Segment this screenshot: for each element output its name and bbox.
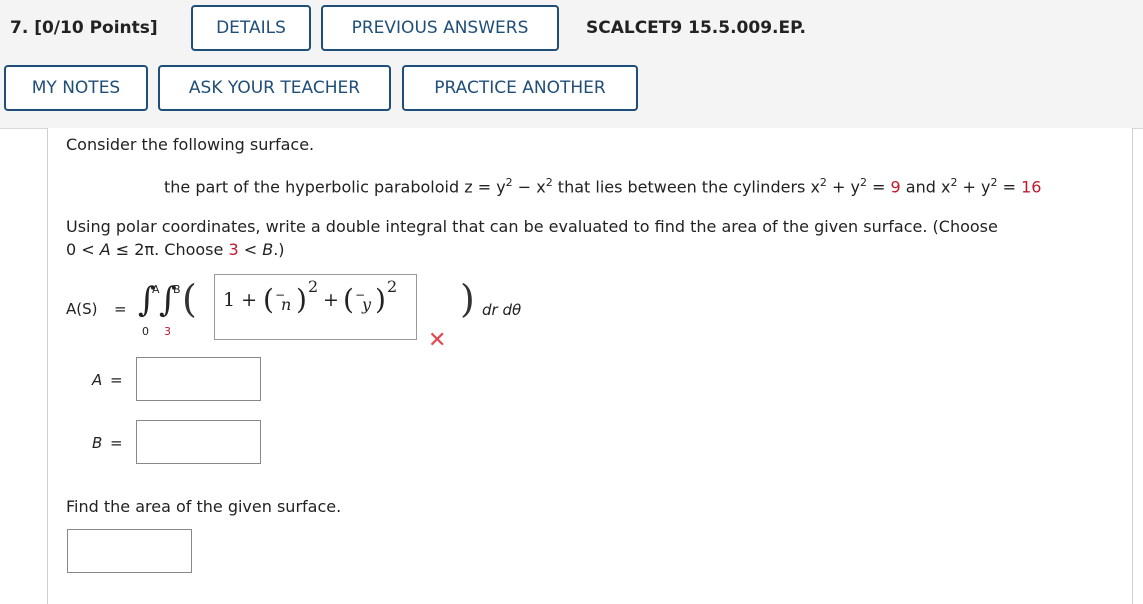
paren-right-1: ) (296, 283, 307, 316)
incorrect-mark-icon: ✕ (428, 328, 447, 353)
surface-description: the part of the hyperbolic paraboloid z … (164, 176, 1042, 197)
power-1: 2 (308, 277, 319, 296)
problem-body: Consider the following surface. the part… (47, 128, 1133, 604)
integrand-one-plus: 1 + (223, 289, 258, 311)
a-label: A (92, 371, 103, 389)
question-header: 7. [0/10 Points] DETAILS PREVIOUS ANSWER… (0, 0, 1143, 129)
b-equals: = (110, 434, 123, 452)
area-label: A(S) (66, 300, 98, 318)
outer-lower-limit: 0 (142, 325, 149, 338)
previous-answers-button[interactable]: PREVIOUS ANSWERS (321, 5, 559, 51)
find-area-text: Find the area of the given surface. (66, 497, 342, 516)
instruction-line-1: Using polar coordinates, write a double … (66, 217, 998, 236)
paren-right-2: ) (375, 283, 386, 316)
b-label: B (92, 434, 103, 452)
my-notes-button[interactable]: MY NOTES (4, 65, 148, 111)
power-2: 2 (387, 277, 398, 296)
b-answer-input[interactable] (136, 420, 261, 464)
instruction-line-2: 0 < A ≤ 2π. Choose 3 < B.) (66, 240, 285, 259)
area-answer-input[interactable] (67, 529, 192, 573)
inner-upper-limit: B (173, 283, 181, 296)
integrand-plus: + (323, 289, 339, 311)
ask-your-teacher-button[interactable]: ASK YOUR TEACHER (158, 65, 391, 111)
intro-text: Consider the following surface. (66, 135, 315, 154)
close-paren: ) (460, 277, 475, 321)
denominator-1: n (281, 295, 292, 314)
question-number: 7. [0/10 Points] (10, 18, 158, 38)
open-paren: ( (182, 277, 197, 321)
denominator-2: y (362, 295, 372, 314)
a-equals: = (110, 371, 123, 389)
details-button[interactable]: DETAILS (191, 5, 311, 51)
paren-left-1: ( (263, 283, 274, 316)
equals-sign: = (114, 300, 127, 318)
integrand-answer-box[interactable]: 1 + ( − n ) 2 + ( − y ) 2 (214, 274, 417, 340)
problem-reference: SCALCET9 15.5.009.EP. (586, 18, 806, 38)
paren-left-2: ( (343, 283, 354, 316)
differentials: dr dθ (482, 301, 522, 319)
inner-lower-limit: 3 (164, 325, 171, 338)
practice-another-button[interactable]: PRACTICE ANOTHER (402, 65, 638, 111)
a-answer-input[interactable] (136, 357, 261, 401)
